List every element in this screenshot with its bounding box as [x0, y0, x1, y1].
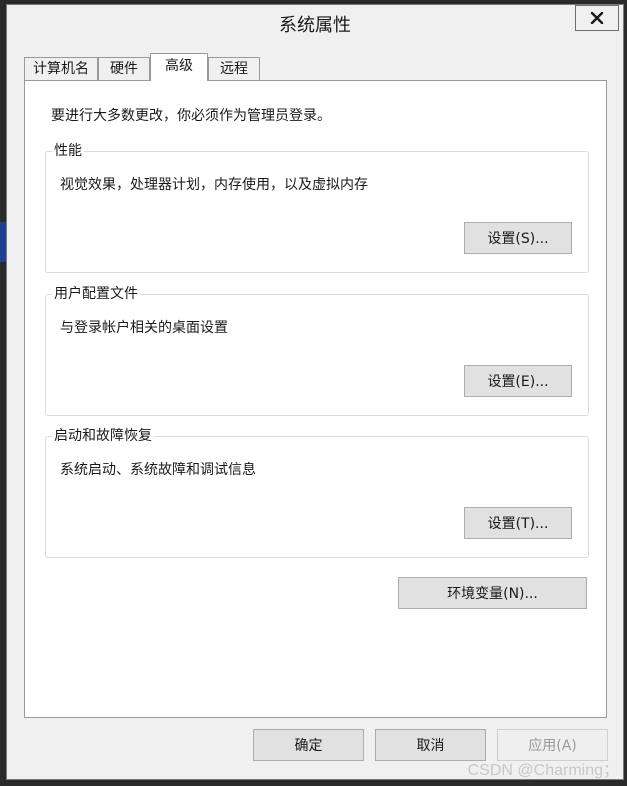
user-profiles-group: 用户配置文件 与登录帐户相关的桌面设置 设置(E)... — [45, 285, 589, 416]
admin-notice: 要进行大多数更改，你必须作为管理员登录。 — [51, 108, 331, 124]
performance-legend: 性能 — [52, 142, 84, 160]
startup-recovery-group: 启动和故障恢复 系统启动、系统故障和调试信息 设置(T)... — [45, 427, 589, 558]
close-icon — [590, 12, 604, 24]
performance-description: 视觉效果，处理器计划，内存使用，以及虚拟内存 — [60, 177, 368, 193]
startup-recovery-description: 系统启动、系统故障和调试信息 — [60, 462, 256, 478]
watermark: CSDN @Charming； — [467, 762, 619, 779]
tab-advanced[interactable]: 高级 — [150, 53, 208, 81]
tab-hardware[interactable]: 硬件 — [98, 57, 150, 80]
user-profiles-description: 与登录帐户相关的桌面设置 — [60, 320, 228, 336]
performance-group: 性能 视觉效果，处理器计划，内存使用，以及虚拟内存 设置(S)... — [45, 142, 589, 273]
tab-remote[interactable]: 远程 — [208, 57, 260, 80]
close-button[interactable] — [575, 5, 619, 31]
startup-recovery-settings-button[interactable]: 设置(T)... — [464, 507, 572, 539]
user-profiles-legend: 用户配置文件 — [52, 285, 140, 303]
startup-recovery-legend: 启动和故障恢复 — [52, 427, 154, 445]
window-title: 系统属性 — [279, 15, 351, 36]
tab-computer-name[interactable]: 计算机名 — [24, 57, 98, 80]
ok-button[interactable]: 确定 — [253, 729, 364, 761]
user-profiles-settings-button[interactable]: 设置(E)... — [464, 365, 572, 397]
environment-variables-button[interactable]: 环境变量(N)... — [398, 577, 587, 609]
title-bar[interactable]: 系统属性 — [7, 5, 623, 41]
performance-settings-button[interactable]: 设置(S)... — [464, 222, 572, 254]
advanced-tab-panel: 要进行大多数更改，你必须作为管理员登录。 性能 视觉效果，处理器计划，内存使用，… — [24, 80, 607, 718]
system-properties-dialog: 系统属性 计算机名 硬件 高级 远程 要进行大多数更改，你必须作为管理员登录。 … — [6, 4, 624, 780]
